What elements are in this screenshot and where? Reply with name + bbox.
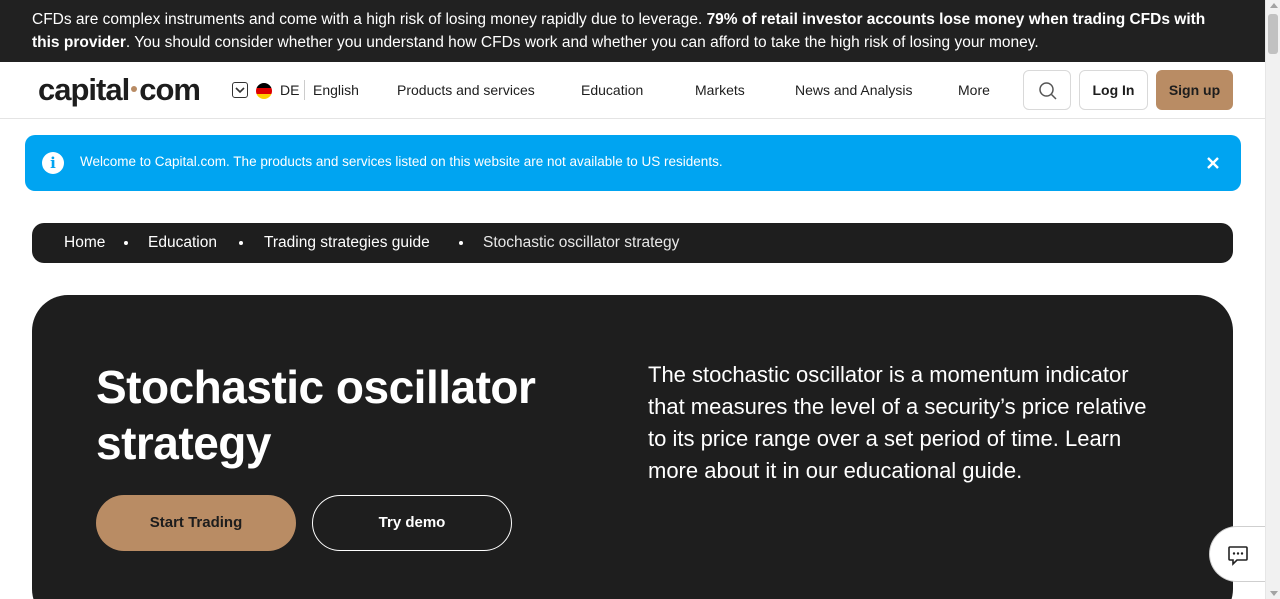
risk-warning-text: CFDs are complex instruments and come wi… bbox=[32, 11, 707, 28]
site-header: capital com DE English Products and servi… bbox=[0, 62, 1265, 119]
log-in-button[interactable]: Log In bbox=[1079, 70, 1148, 110]
us-residents-notice: i Welcome to Capital.com. The products a… bbox=[25, 135, 1241, 191]
sign-up-button[interactable]: Sign up bbox=[1156, 70, 1233, 110]
language-divider bbox=[304, 80, 305, 100]
breadcrumb-separator bbox=[124, 241, 128, 245]
page-scrollbar[interactable] bbox=[1265, 0, 1280, 599]
capital-com-logo[interactable]: capital com bbox=[38, 72, 201, 108]
logo-dot bbox=[131, 85, 138, 92]
nav-more[interactable]: More bbox=[958, 82, 990, 98]
chat-bubble-icon bbox=[1228, 546, 1248, 566]
germany-flag-icon[interactable] bbox=[256, 83, 272, 99]
scroll-thumb[interactable] bbox=[1268, 14, 1278, 54]
try-demo-button[interactable]: Try demo bbox=[312, 495, 512, 551]
breadcrumb-separator bbox=[239, 241, 243, 245]
hero-section: Stochastic oscillator strategy The stoch… bbox=[32, 295, 1233, 599]
info-icon: i bbox=[42, 152, 64, 174]
close-icon[interactable] bbox=[1204, 154, 1222, 172]
chevron-down-icon bbox=[235, 87, 245, 94]
logo-text-left: capital bbox=[38, 72, 130, 107]
language-name[interactable]: English bbox=[313, 82, 359, 98]
search-icon bbox=[1039, 82, 1057, 100]
nav-markets[interactable]: Markets bbox=[695, 82, 745, 98]
flag-stripe-gold bbox=[256, 93, 272, 99]
breadcrumb-separator bbox=[459, 241, 463, 245]
search-button[interactable] bbox=[1023, 70, 1071, 110]
nav-products-and-services[interactable]: Products and services bbox=[397, 82, 535, 98]
chat-widget-button[interactable] bbox=[1209, 526, 1265, 582]
region-code[interactable]: DE bbox=[280, 82, 299, 98]
hero-description: The stochastic oscillator is a momentum … bbox=[648, 362, 1147, 483]
start-trading-button[interactable]: Start Trading bbox=[96, 495, 296, 551]
scroll-down-arrow[interactable] bbox=[1270, 591, 1278, 596]
language-dropdown-toggle[interactable] bbox=[232, 82, 248, 98]
breadcrumb-home[interactable]: Home bbox=[64, 234, 105, 252]
logo-text-right: com bbox=[139, 72, 201, 107]
breadcrumb-education[interactable]: Education bbox=[148, 234, 217, 252]
breadcrumb-current-page: Stochastic oscillator strategy bbox=[483, 234, 680, 251]
breadcrumb: Home Education Trading strategies guide … bbox=[32, 223, 1233, 263]
risk-warning-text-end: . You should consider whether you unders… bbox=[125, 34, 1039, 51]
notice-text: Welcome to Capital.com. The products and… bbox=[80, 154, 723, 169]
breadcrumb-trading-strategies-guide[interactable]: Trading strategies guide bbox=[264, 234, 430, 252]
nav-news-and-analysis[interactable]: News and Analysis bbox=[795, 82, 913, 98]
page-title: Stochastic oscillator strategy bbox=[96, 361, 536, 469]
scroll-up-arrow[interactable] bbox=[1270, 3, 1278, 8]
nav-education[interactable]: Education bbox=[581, 82, 643, 98]
risk-warning-banner: CFDs are complex instruments and come wi… bbox=[0, 0, 1265, 62]
